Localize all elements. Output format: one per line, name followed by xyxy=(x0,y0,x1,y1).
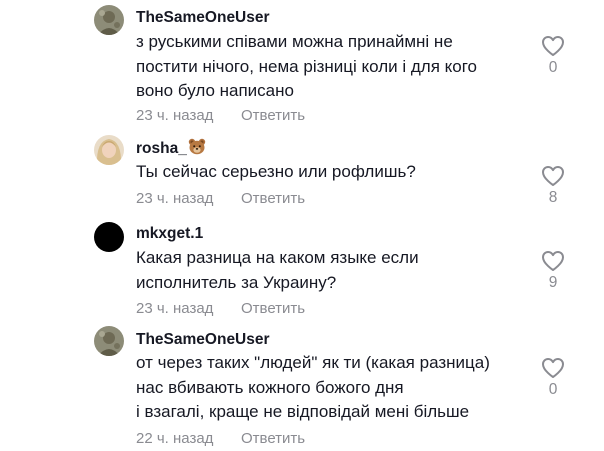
comment-meta: 23 ч. назад Ответить xyxy=(136,106,305,126)
heart-icon[interactable] xyxy=(541,250,565,272)
like-control: 9 xyxy=(538,250,568,292)
comment-meta: 23 ч. назад Ответить xyxy=(136,189,305,209)
comment-text-line: і взагалі, краще не відповідай мені біль… xyxy=(136,402,470,421)
heart-icon[interactable] xyxy=(541,35,565,57)
bear-face-icon xyxy=(188,138,206,161)
comment-username[interactable]: mkxget.1 xyxy=(136,224,203,244)
reply-button[interactable]: Ответить xyxy=(241,299,305,319)
comment-username[interactable]: TheSameOneUser xyxy=(136,8,270,28)
comment-text: Какая разница на каком языке если исполн… xyxy=(136,246,526,295)
username-text: rosha_ xyxy=(136,140,187,157)
comment-text-line: Ты сейчас серьезно или рофлишь? xyxy=(136,162,416,181)
comment-text: от через таких "людей" як ти (какая разн… xyxy=(136,351,526,425)
avatar[interactable] xyxy=(94,5,124,35)
comment-username[interactable]: TheSameOneUser xyxy=(136,330,270,350)
like-control: 0 xyxy=(538,35,568,77)
comment-timestamp: 23 ч. назад xyxy=(136,107,214,124)
comment-text: з руськими співами можна принаймні не по… xyxy=(136,30,526,104)
comment-username[interactable]: rosha_ xyxy=(136,138,206,161)
comment-timestamp: 23 ч. назад xyxy=(136,300,214,317)
comment-text-line: исполнитель за Украину? xyxy=(136,272,337,292)
like-count: 0 xyxy=(548,381,558,398)
reply-button[interactable]: Ответить xyxy=(241,106,305,126)
comment-text: Ты сейчас серьезно или рофлишь? xyxy=(136,160,526,185)
comment-text-line: з руськими співами можна принаймні не xyxy=(136,32,453,51)
blonde-avatar-icon xyxy=(94,135,124,165)
camouflage-avatar-icon xyxy=(94,326,124,356)
comment-timestamp: 22 ч. назад xyxy=(136,430,214,447)
avatar[interactable] xyxy=(94,326,124,356)
comment-text-line: воно було написано xyxy=(136,81,294,100)
comment-text-line: нас вбивають кожного божого дня xyxy=(136,377,404,397)
comment-text-line: от через таких "людей" як ти (какая разн… xyxy=(136,353,490,372)
comment-text-line: Какая разница на каком языке если xyxy=(136,248,419,267)
reply-button[interactable]: Ответить xyxy=(241,429,305,449)
like-control: 8 xyxy=(538,165,568,207)
avatar[interactable] xyxy=(94,222,124,252)
like-count: 9 xyxy=(548,274,558,291)
like-count: 8 xyxy=(548,189,558,206)
comment-timestamp: 23 ч. назад xyxy=(136,190,214,207)
like-control: 0 xyxy=(538,357,568,399)
comment-text-line: постити нічого, нема різниці коли і для … xyxy=(136,56,477,76)
avatar[interactable] xyxy=(94,135,124,165)
comment-meta: 23 ч. назад Ответить xyxy=(136,299,305,319)
reply-button[interactable]: Ответить xyxy=(241,189,305,209)
black-avatar-icon xyxy=(94,222,124,252)
heart-icon[interactable] xyxy=(541,165,565,187)
like-count: 0 xyxy=(548,59,558,76)
camouflage-avatar-icon xyxy=(94,5,124,35)
heart-icon[interactable] xyxy=(541,357,565,379)
comment-meta: 22 ч. назад Ответить xyxy=(136,429,305,449)
